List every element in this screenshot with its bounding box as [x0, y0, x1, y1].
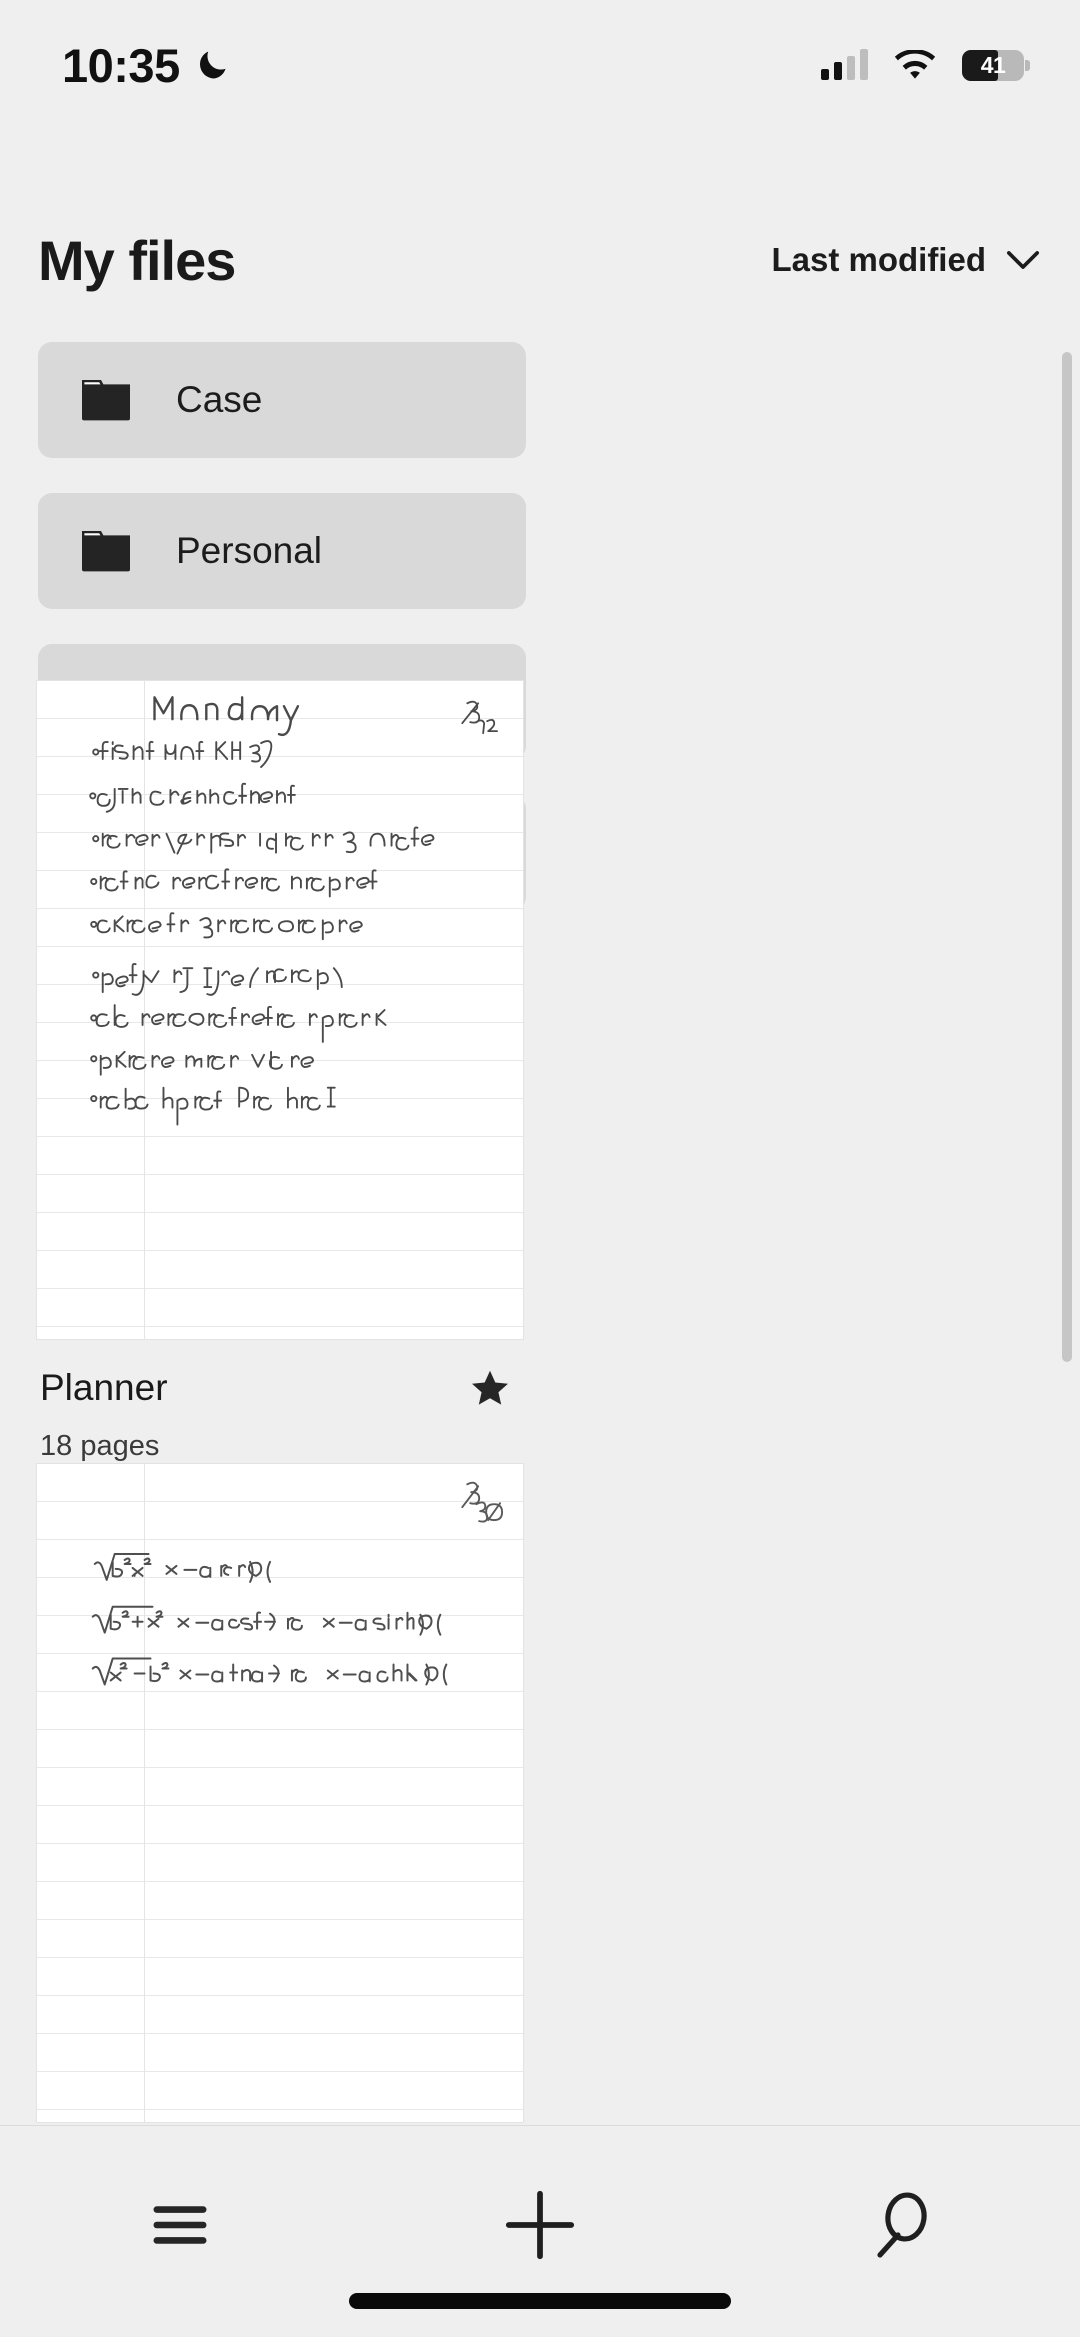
home-indicator	[349, 2293, 731, 2309]
folder-icon	[78, 376, 134, 424]
notes-grid: Planner 18 pages	[0, 680, 1080, 2125]
menu-button[interactable]	[120, 2170, 240, 2280]
status-bar-right: 41	[821, 49, 1030, 81]
bottom-toolbar	[0, 2125, 1080, 2337]
battery-level-text: 41	[980, 51, 1006, 78]
scrollbar[interactable]	[1062, 330, 1072, 2125]
search-magnifier-icon	[869, 2191, 931, 2259]
plus-icon	[504, 2189, 576, 2261]
note-card-daily-review[interactable]: Daily Review 2 pages	[36, 1463, 524, 2125]
folder-label: Personal	[176, 530, 323, 571]
hamburger-menu-icon	[151, 2203, 209, 2247]
note-card-planner[interactable]: Planner 18 pages	[36, 680, 524, 1463]
scrollbar-thumb[interactable]	[1062, 352, 1072, 1362]
battery-icon: 41	[962, 49, 1030, 81]
handwriting-preview	[37, 681, 523, 1339]
note-title: Planner	[40, 1367, 168, 1408]
note-meta: Planner 18 pages	[36, 1340, 524, 1463]
cellular-signal-icon	[821, 49, 868, 80]
status-clock: 10:35	[62, 38, 180, 92]
note-thumbnail[interactable]	[36, 680, 524, 1340]
note-page-count: 18 pages	[40, 1430, 160, 1462]
add-note-button[interactable]	[480, 2170, 600, 2280]
page-header: My files Last modified	[0, 212, 1080, 308]
handwriting-preview	[37, 1464, 523, 2122]
folder-icon	[78, 527, 134, 575]
folder-card-personal[interactable]: Personal	[38, 493, 526, 609]
folder-card-case[interactable]: Case	[38, 342, 526, 458]
status-bar-left: 10:35	[62, 38, 230, 93]
chevron-down-icon	[1006, 250, 1040, 270]
sort-dropdown[interactable]: Last modified	[771, 241, 1040, 279]
page-title: My files	[38, 228, 236, 292]
note-thumbnail[interactable]	[36, 1463, 524, 2123]
battery-nub	[1025, 59, 1030, 71]
crescent-moon-icon	[194, 47, 230, 83]
star-filled-icon[interactable]	[468, 1366, 520, 1410]
file-browser-scroll-area[interactable]: Case Personal Projects	[0, 330, 1080, 2125]
wifi-icon	[894, 49, 936, 81]
status-bar: 10:35 41	[0, 0, 1080, 130]
sort-dropdown-label: Last modified	[771, 241, 986, 278]
note-title-row: Planner	[40, 1366, 520, 1410]
search-button[interactable]	[840, 2170, 960, 2280]
folder-label: Case	[176, 379, 263, 420]
